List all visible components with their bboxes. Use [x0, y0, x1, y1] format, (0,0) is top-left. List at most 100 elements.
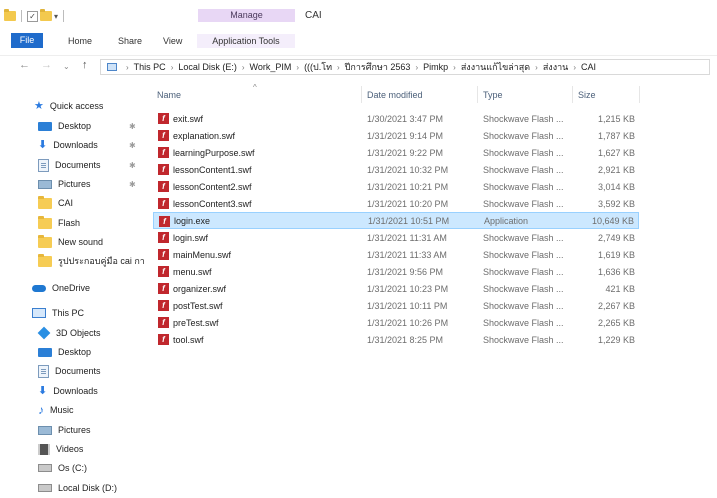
- breadcrumb-item[interactable]: Local Disk (E:): [178, 62, 237, 72]
- file-type: Shockwave Flash ...: [483, 113, 564, 124]
- nav-item[interactable]: Desktop: [0, 343, 150, 361]
- recent-locations-icon[interactable]: ⌄: [63, 62, 70, 71]
- file-row[interactable]: f lessonContent1.swf 1/31/2021 10:32 PM Sho…: [153, 161, 639, 178]
- breadcrumb-separator[interactable]: ›: [453, 63, 456, 72]
- tab-application-tools[interactable]: Application Tools: [197, 34, 295, 48]
- breadcrumb-item[interactable]: ส่งงาน: [543, 60, 569, 74]
- file-type: Shockwave Flash ...: [483, 317, 564, 328]
- file-row[interactable]: f postTest.swf 1/31/2021 10:11 PM Shockwave…: [153, 297, 639, 314]
- nav-item[interactable]: Documents: [0, 362, 150, 380]
- back-arrow-icon[interactable]: ←: [19, 59, 30, 71]
- column-divider[interactable]: [639, 86, 640, 103]
- pin-icon[interactable]: ✱: [129, 141, 136, 150]
- file-row[interactable]: f preTest.swf 1/31/2021 10:26 PM Shockwave …: [153, 314, 639, 331]
- download-icon: ⬇: [38, 138, 48, 151]
- file-size: 421 KB: [605, 283, 635, 294]
- nav-item[interactable]: ★ Quick access: [0, 97, 150, 115]
- file-row[interactable]: f exit.swf 1/30/2021 3:47 PM Shockwave Flas…: [153, 110, 639, 127]
- file-row[interactable]: f lessonContent3.swf 1/31/2021 10:20 PM Sho…: [153, 195, 639, 212]
- file-date-modified: 1/31/2021 10:20 PM: [367, 198, 449, 209]
- customize-toolbar-icon[interactable]: ▾: [54, 12, 58, 21]
- up-arrow-icon[interactable]: ↑: [82, 59, 88, 71]
- breadcrumb-item[interactable]: Pimkp: [423, 62, 448, 72]
- file-name: login.exe: [174, 215, 211, 226]
- column-divider[interactable]: [361, 86, 362, 103]
- file-size: 1,215 KB: [597, 113, 635, 124]
- nav-item[interactable]: Os (C:): [0, 459, 150, 477]
- column-header-type[interactable]: Type: [483, 87, 503, 103]
- breadcrumb-separator[interactable]: ›: [296, 63, 299, 72]
- file-date-modified: 1/31/2021 10:51 PM: [368, 215, 450, 226]
- nav-item-label: This PC: [52, 308, 85, 318]
- nav-item[interactable]: Local Disk (D:): [0, 479, 150, 497]
- forward-arrow-icon[interactable]: →: [41, 59, 52, 71]
- flash-file-icon: f: [158, 164, 169, 175]
- column-header-size[interactable]: Size: [578, 87, 596, 103]
- nav-item[interactable]: ⬇ Downloads: [0, 382, 150, 400]
- quick-access-toolbar: ✓ ▾: [4, 8, 67, 24]
- address-bar[interactable]: › This PC › Local Disk (E:) › Work_PIM › (((ป.โ…: [100, 59, 710, 75]
- nav-item[interactable]: Desktop ✱: [0, 117, 150, 135]
- column-divider[interactable]: [572, 86, 573, 103]
- manage-contextual-tab[interactable]: Manage: [198, 9, 295, 22]
- file-row[interactable]: f learningPurpose.swf 1/31/2021 9:22 PM Sho…: [153, 144, 639, 161]
- cloud-icon: [32, 284, 46, 292]
- column-header-date[interactable]: Date modified: [367, 87, 423, 103]
- column-header-name[interactable]: Name: [157, 87, 181, 103]
- new-folder-icon[interactable]: [40, 9, 52, 21]
- file-date-modified: 1/31/2021 11:31 AM: [367, 232, 447, 243]
- file-row[interactable]: f tool.swf 1/31/2021 8:25 PM Shockwave Flas…: [153, 331, 639, 348]
- properties-icon[interactable]: ✓: [27, 10, 38, 22]
- nav-item[interactable]: Pictures: [0, 421, 150, 439]
- breadcrumb-item[interactable]: ปีการศึกษา 2563: [345, 60, 411, 74]
- file-row[interactable]: f menu.swf 1/31/2021 9:56 PM Shockwave Flas…: [153, 263, 639, 280]
- nav-item[interactable]: ⬇ Downloads ✱: [0, 136, 150, 154]
- nav-item[interactable]: New sound: [0, 233, 150, 251]
- nav-item[interactable]: 3D Objects: [0, 324, 150, 342]
- nav-item-label: Flash: [58, 218, 81, 228]
- breadcrumb-item[interactable]: Work_PIM: [250, 62, 292, 72]
- file-row[interactable]: f login.swf 1/31/2021 11:31 AM Shockwave Fl…: [153, 229, 639, 246]
- file-row[interactable]: f mainMenu.swf 1/31/2021 11:33 AM Shockwave…: [153, 246, 639, 263]
- tab-view[interactable]: View: [163, 34, 182, 48]
- breadcrumb-separator[interactable]: ›: [171, 63, 174, 72]
- nav-item-label: Documents: [55, 366, 101, 376]
- pin-icon[interactable]: ✱: [129, 122, 136, 131]
- file-name: menu.swf: [173, 266, 212, 277]
- file-row[interactable]: f organizer.swf 1/31/2021 10:23 PM Shockwav…: [153, 280, 639, 297]
- nav-item[interactable]: Videos: [0, 440, 150, 458]
- file-row[interactable]: f login.exe 1/31/2021 10:51 PM Application 1…: [153, 212, 639, 229]
- star-icon: ★: [34, 99, 44, 112]
- file-name: exit.swf: [173, 113, 204, 124]
- file-row[interactable]: f lessonContent2.swf 1/31/2021 10:21 PM Sho…: [153, 178, 639, 195]
- breadcrumb-item[interactable]: This PC: [134, 62, 166, 72]
- breadcrumb-item[interactable]: ส่งงานแก้ไขล่าสุด: [461, 60, 530, 74]
- pin-icon[interactable]: ✱: [129, 180, 136, 189]
- toolbar-divider: [21, 10, 22, 22]
- nav-item[interactable]: CAI: [0, 194, 150, 212]
- column-divider[interactable]: [477, 86, 478, 103]
- tab-share[interactable]: Share: [118, 34, 142, 48]
- nav-item[interactable]: OneDrive: [0, 279, 150, 297]
- nav-item[interactable]: ♪ Music: [0, 401, 150, 419]
- breadcrumb-separator[interactable]: ›: [337, 63, 340, 72]
- nav-item[interactable]: This PC: [0, 304, 150, 322]
- nav-item[interactable]: รูปประกอบคู่มือ cai กา: [0, 252, 150, 270]
- nav-item-label: Downloads: [53, 140, 98, 150]
- breadcrumb-item[interactable]: (((ป.โท: [304, 60, 332, 74]
- breadcrumb-separator[interactable]: ›: [535, 63, 538, 72]
- pin-icon[interactable]: ✱: [129, 161, 136, 170]
- breadcrumb-separator[interactable]: ›: [415, 63, 418, 72]
- navigation-pane: ★ Quick access Desktop ✱ ⬇ Downloads ✱ Document…: [0, 86, 150, 498]
- breadcrumb-item[interactable]: CAI: [581, 62, 596, 72]
- file-row[interactable]: f explanation.swf 1/31/2021 9:14 PM Shockwa…: [153, 127, 639, 144]
- breadcrumb-separator[interactable]: ›: [242, 63, 245, 72]
- breadcrumb-separator[interactable]: ›: [573, 63, 576, 72]
- nav-item[interactable]: Pictures ✱: [0, 175, 150, 193]
- tab-file[interactable]: File: [11, 33, 43, 48]
- file-list: Name ^ Date modified Type Size f exit.swf…: [153, 83, 717, 498]
- tab-home[interactable]: Home: [68, 34, 92, 48]
- nav-item[interactable]: Documents ✱: [0, 156, 150, 174]
- nav-item[interactable]: Flash: [0, 214, 150, 232]
- breadcrumb-separator[interactable]: ›: [126, 63, 129, 72]
